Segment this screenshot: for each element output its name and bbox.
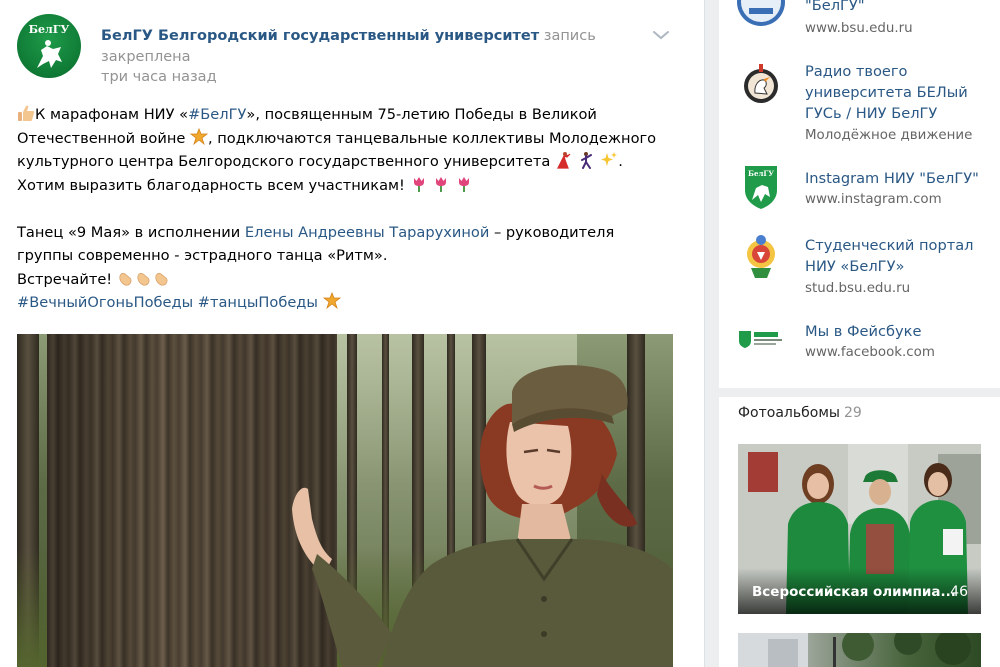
post-blank-line <box>17 197 687 221</box>
hashtag-eternal-flame[interactable]: #ВечныйОгоньПобеды <box>17 294 193 311</box>
album-cover[interactable] <box>738 633 981 667</box>
photo-albums-block: Фотоальбомы 29 Всероссийская олимпиа... 4… <box>719 397 1000 667</box>
post-line-6: группы современно - эстрадного танца «Ри… <box>17 247 388 264</box>
link-url: www.facebook.com <box>805 345 935 360</box>
tulip-icon <box>413 176 424 192</box>
post-line-2: Отечественной войне , подключаются танце… <box>17 127 657 147</box>
victory-star-icon <box>189 127 208 145</box>
bsu-logo-icon <box>737 0 785 26</box>
radio-goose-icon <box>737 60 785 108</box>
facebook-bsu-icon <box>737 315 785 363</box>
post-line-1: К марафонам НИУ «#БелГУ», посвященным 75… <box>17 103 687 127</box>
post-time[interactable]: три часа назад <box>101 69 217 85</box>
tulip-icon <box>436 176 447 192</box>
student-portal-icon <box>737 232 785 280</box>
albums-count: 29 <box>843 405 862 421</box>
post-line-5: Танец «9 Мая» в исполнении Елены Андреев… <box>17 223 615 241</box>
dancer-man-icon <box>580 152 592 169</box>
clapping-hands-icon <box>119 272 132 286</box>
link-url: www.instagram.com <box>805 192 942 207</box>
links-block: "БелГУ" www.bsu.edu.ru Радио твоего унив… <box>719 0 1000 388</box>
link-title[interactable]: Мы в Фейсбуке <box>805 321 995 342</box>
sparkles-icon <box>601 152 618 166</box>
link-title[interactable]: "БелГУ" <box>805 0 995 16</box>
post-hashtags: #ВечныйОгоньПобеды #танцыПобеды <box>17 291 687 315</box>
album-title: Всероссийская олимпиа... <box>752 584 956 600</box>
woman-in-uniform-figure <box>292 365 673 667</box>
victory-star-icon <box>322 292 341 310</box>
post-text: К марафонам НИУ «#БелГУ», посвященным 75… <box>17 103 687 315</box>
album-photo-count: 46 <box>950 584 968 600</box>
hashtag-victory-dances[interactable]: #танцыПобеды <box>198 294 318 311</box>
rider-emblem-icon <box>37 40 62 68</box>
thumbs-up-icon <box>18 105 35 121</box>
dancer-icon <box>556 152 571 169</box>
album-cover[interactable]: Всероссийская олимпиа... 46 <box>738 444 981 614</box>
albums-header[interactable]: Фотоальбомы 29 <box>738 405 862 421</box>
link-title[interactable]: Радио твоего университета БЕЛый ГУСь / Н… <box>805 61 995 124</box>
avatar-logo-text: БелГУ <box>28 23 70 36</box>
clapping-hands-icon <box>155 272 168 286</box>
post-line-3: культурного центра Белгородского государ… <box>17 152 623 170</box>
post-video[interactable] <box>17 334 673 667</box>
community-avatar[interactable]: БелГУ <box>17 14 81 78</box>
hashtag-belgu[interactable]: #БелГУ <box>188 106 246 123</box>
link-title[interactable]: Instagram НИУ "БелГУ" <box>805 168 995 189</box>
albums-title: Фотоальбомы <box>738 405 840 421</box>
post-line-7: Встречайте! <box>17 268 687 292</box>
mention-link[interactable]: Елены Андреевны Тарарухиной <box>245 224 489 241</box>
album-photo-street <box>738 633 971 667</box>
wall-post: БелГУ БелГУ Белгородский государственный… <box>0 0 705 667</box>
link-url: Молодёжное движение <box>805 128 973 143</box>
post-line-4: Хотим выразить благодарность всем участн… <box>17 174 687 198</box>
svg-text:БелГУ: БелГУ <box>748 169 774 178</box>
link-title[interactable]: Студенческий портал НИУ «БелГУ» <box>805 235 995 277</box>
clapping-hands-icon <box>137 272 150 286</box>
link-url: www.bsu.edu.ru <box>805 21 913 36</box>
author-link[interactable]: БелГУ Белгородский государственный униве… <box>101 28 539 44</box>
chevron-down-icon[interactable] <box>651 28 671 42</box>
post-header: БелГУ Белгородский государственный униве… <box>101 26 661 68</box>
link-url: stud.bsu.edu.ru <box>805 281 911 296</box>
bsu-shield-icon: БелГУ <box>737 162 785 210</box>
tulip-icon <box>458 176 469 192</box>
